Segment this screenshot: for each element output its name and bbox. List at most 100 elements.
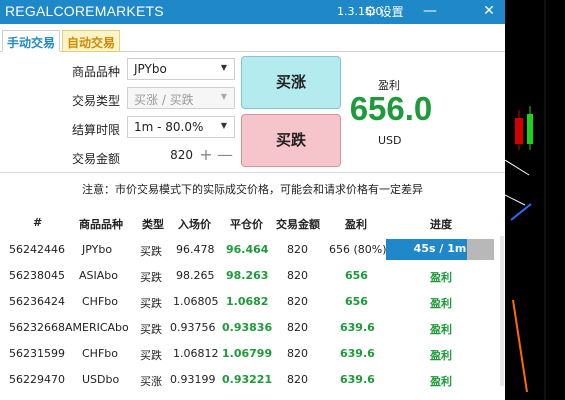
order-progress-bar: 45s / 1m — [386, 239, 494, 260]
order-entry-price: 0.93756 — [170, 321, 216, 334]
order-amount: 820 — [287, 295, 308, 308]
column-header-product: 商品品种 — [79, 218, 123, 231]
trade-type-label: 交易类型 — [71, 94, 120, 108]
profit-value: 656.0 — [349, 90, 433, 127]
orders-table-header: # 商品品种 类型 入场价 平仓价 交易金额 盈利 进度 — [0, 216, 505, 234]
order-entry-price: 96.478 — [176, 243, 215, 256]
caret-down-icon: ▼ — [220, 92, 227, 101]
order-type: 买跌 — [140, 349, 162, 362]
order-id: 56238045 — [9, 269, 65, 282]
order-close-price: 96.464 — [226, 243, 269, 256]
order-profit: 639.6 — [340, 321, 375, 334]
column-header-type: 类型 — [142, 218, 164, 231]
order-product: JPYbo — [82, 243, 113, 256]
amount-increase-button[interactable]: + — [198, 145, 214, 165]
column-header-profit: 盈利 — [345, 218, 367, 231]
order-close-price: 0.93836 — [222, 321, 273, 334]
column-header-close-price: 平仓价 — [230, 218, 263, 231]
amount-label: 交易金额 — [71, 152, 120, 166]
column-header-entry-price: 入场价 — [178, 218, 211, 231]
order-amount: 820 — [287, 347, 308, 360]
table-row[interactable]: 56242446 JPYbo 买跌 96.478 96.464 820 656 … — [0, 236, 505, 262]
order-profit: 656 (80%) — [329, 243, 387, 256]
buy-fall-button[interactable]: 买跌 — [241, 114, 341, 167]
amount-decrease-button[interactable]: — — [217, 145, 233, 165]
order-status: 盈利 — [430, 271, 452, 284]
settlement-period-select[interactable]: 1m - 80.0% ▼ — [127, 116, 235, 138]
table-row[interactable]: 56229470 USDbo 买涨 0.93199 0.93221 820 63… — [0, 366, 505, 392]
order-amount: 820 — [287, 321, 308, 334]
section-divider — [0, 172, 505, 173]
product-label: 商品品种 — [71, 65, 120, 79]
tab-auto-trading[interactable]: 自动交易 — [62, 30, 120, 52]
tab-bar: 手动交易 自动交易 — [0, 30, 505, 52]
order-status: 盈利 — [430, 349, 452, 362]
table-row[interactable]: 56231599 CHFbo 买跌 1.06812 1.06799 820 63… — [0, 340, 505, 366]
table-row[interactable]: 56236424 CHFbo 买跌 1.06805 1.0682 820 656… — [0, 288, 505, 314]
gear-icon: ⚙ — [364, 3, 377, 20]
order-type: 买跌 — [140, 271, 162, 284]
caret-down-icon: ▼ — [220, 63, 227, 72]
order-id: 56236424 — [9, 295, 65, 308]
order-id: 56242446 — [9, 243, 65, 256]
column-header-id: # — [33, 216, 43, 229]
close-button[interactable]: ✕ — [480, 2, 498, 20]
order-close-price: 1.06799 — [222, 347, 273, 360]
caret-down-icon: ▼ — [220, 121, 227, 130]
trade-type-select[interactable]: 买涨 / 买跌 ▼ — [127, 87, 235, 109]
profit-currency: USD — [378, 134, 402, 147]
order-close-price: 0.93221 — [222, 373, 273, 386]
order-type: 买跌 — [140, 245, 162, 258]
order-id: 56231599 — [9, 347, 65, 360]
order-type: 买跌 — [140, 297, 162, 310]
order-profit: 656 — [345, 269, 368, 282]
order-profit: 656 — [345, 295, 368, 308]
order-entry-price: 98.265 — [176, 269, 215, 282]
order-product: ASIAbo — [79, 269, 118, 282]
column-header-amount: 交易金额 — [276, 218, 320, 231]
progress-text: 45s / 1m — [413, 242, 467, 255]
buy-rise-button[interactable]: 买涨 — [241, 56, 341, 109]
column-header-progress: 进度 — [430, 218, 452, 231]
product-select[interactable]: JPYbo ▼ — [127, 58, 235, 80]
order-type: 买跌 — [140, 323, 162, 336]
table-row[interactable]: 56238045 ASIAbo 买跌 98.265 98.263 820 656… — [0, 262, 505, 288]
settings-button[interactable]: ⚙ 设置 — [364, 3, 404, 20]
order-profit: 639.6 — [340, 373, 375, 386]
product-select-value: JPYbo — [134, 62, 167, 76]
title-bar[interactable]: REGALCOREMARKETS 1.3.15.0 ⚙ 设置 — ✕ — [0, 0, 505, 24]
order-status: 盈利 — [430, 297, 452, 310]
amount-input[interactable]: 820 — [127, 146, 193, 166]
order-product: CHFbo — [82, 347, 118, 360]
order-product: AMERICAbo — [65, 321, 129, 334]
order-close-price: 1.0682 — [226, 295, 269, 308]
table-scrollbar[interactable] — [500, 236, 504, 386]
app-title: REGALCOREMARKETS — [5, 3, 164, 19]
table-row[interactable]: 56232668 AMERICAbo 买跌 0.93756 0.93836 82… — [0, 314, 505, 340]
order-close-price: 98.263 — [226, 269, 269, 282]
order-id: 56229470 — [9, 373, 65, 386]
order-profit: 639.6 — [340, 347, 375, 360]
order-amount: 820 — [287, 269, 308, 282]
minimize-button[interactable]: — — [421, 2, 439, 20]
price-notice: 注意：市价交易模式下的实际成交价格，可能会和请求价格有一定差异 — [82, 183, 423, 196]
order-entry-price: 0.93199 — [170, 373, 216, 386]
trade-type-select-value: 买涨 / 买跌 — [134, 93, 194, 107]
order-product: CHFbo — [82, 295, 118, 308]
order-entry-price: 1.06812 — [173, 347, 219, 360]
order-product: USDbo — [82, 373, 120, 386]
order-status: 盈利 — [430, 323, 452, 336]
trading-window: REGALCOREMARKETS 1.3.15.0 ⚙ 设置 — ✕ 手动交易 … — [0, 0, 505, 400]
background-price-chart — [505, 0, 565, 400]
order-id: 56232668 — [9, 321, 65, 334]
order-status: 盈利 — [430, 375, 452, 388]
settings-label: 设置 — [379, 5, 404, 19]
chart-candles — [505, 0, 546, 400]
order-type: 买涨 — [140, 375, 162, 388]
order-entry-price: 1.06805 — [173, 295, 219, 308]
settlement-period-select-value: 1m - 80.0% — [134, 120, 204, 134]
order-amount: 820 — [287, 373, 308, 386]
order-amount: 820 — [287, 243, 308, 256]
settlement-period-label: 结算时限 — [71, 123, 120, 137]
tab-manual-trading[interactable]: 手动交易 — [2, 30, 60, 52]
